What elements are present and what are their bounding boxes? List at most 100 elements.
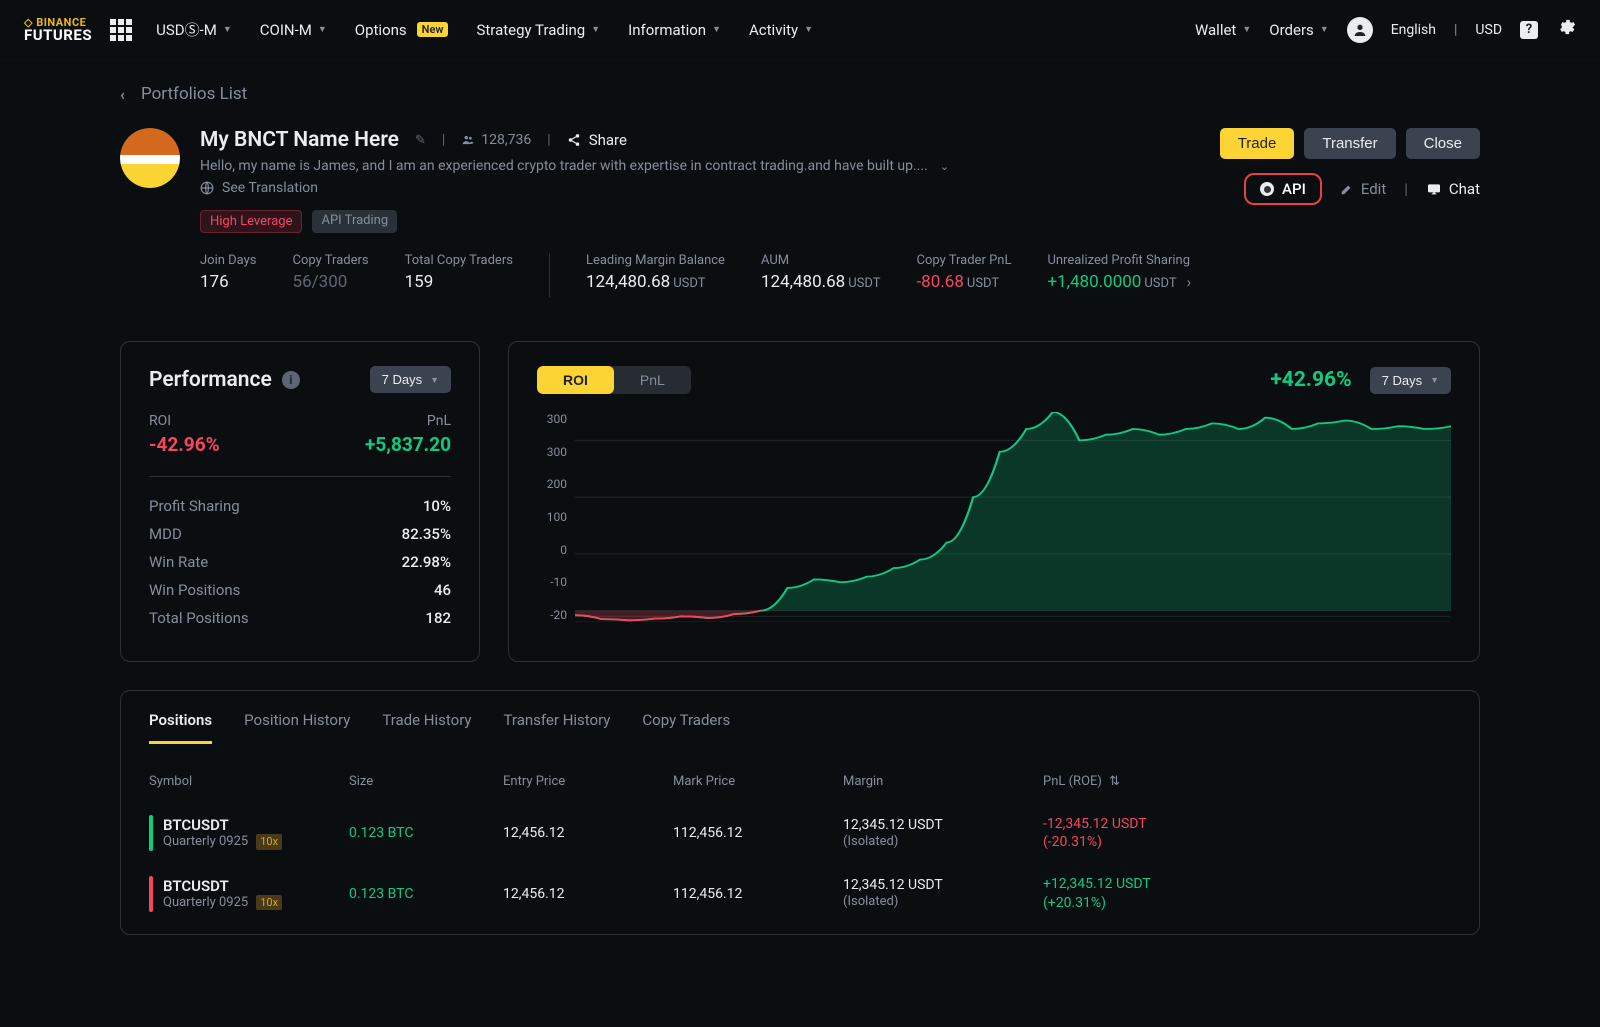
nav-usdm[interactable]: USDⓈ-M▼ — [156, 19, 232, 40]
nav-orders[interactable]: Orders▼ — [1269, 21, 1328, 39]
chat-icon — [1426, 181, 1442, 197]
mark-price-cell: 112,456.12 — [673, 886, 843, 902]
table-header: SymbolSizeEntry PriceMark PriceMarginPnL… — [149, 774, 1451, 789]
stat-value: 159 — [405, 272, 513, 292]
stat-value: 124,480.68USDT — [586, 272, 725, 292]
stat-value: 124,480.68USDT — [761, 272, 881, 292]
metric-label: Profit Sharing — [149, 497, 240, 515]
performance-metric-row: Win Positions46 — [149, 581, 451, 599]
chevron-down-icon: ▼ — [1320, 24, 1329, 35]
divider — [149, 476, 451, 477]
users-icon — [461, 133, 475, 147]
see-translation-link[interactable]: See Translation — [200, 180, 1200, 196]
metric-value: 182 — [425, 609, 451, 627]
symbol-sub: Quarterly 092510x — [163, 834, 282, 850]
metric-value: 10% — [423, 497, 451, 515]
nav-information[interactable]: Information▼ — [628, 21, 721, 39]
chevron-down-icon: ▼ — [712, 24, 721, 35]
help-icon[interactable]: ? — [1520, 21, 1538, 39]
separator: | — [1454, 22, 1457, 38]
seg-pnl[interactable]: PnL — [614, 366, 691, 394]
stat-label: AUM — [761, 253, 881, 268]
pnl-value: +5,837.20 — [365, 433, 451, 456]
col-header: Size — [349, 774, 503, 789]
chevron-down-icon: ▼ — [223, 24, 232, 35]
apps-grid-icon[interactable] — [110, 19, 132, 41]
stat-label: Join Days — [200, 253, 257, 268]
chevron-down-icon: ▼ — [1430, 375, 1439, 385]
tab-copy-traders[interactable]: Copy Traders — [642, 711, 730, 744]
tab-position-history[interactable]: Position History — [244, 711, 350, 744]
nav-language[interactable]: English — [1391, 22, 1436, 38]
tabs-row: Positions Position History Trade History Tr… — [149, 711, 1451, 744]
stat-value: 176 — [200, 272, 257, 292]
nav-coinm[interactable]: COIN-M▼ — [260, 21, 327, 39]
pencil-edit-icon[interactable]: ✎ — [415, 133, 426, 148]
tab-trade-history[interactable]: Trade History — [382, 711, 471, 744]
tag-high-leverage: High Leverage — [200, 210, 302, 233]
chevron-down-icon: ▼ — [591, 24, 600, 35]
roi-label: ROI — [149, 413, 220, 429]
entry-price-cell: 12,456.12 — [503, 825, 673, 841]
pnl-cell: -12,345.12 USDT(-20.31%) — [1043, 815, 1451, 851]
performance-metric-row: MDD82.35% — [149, 525, 451, 543]
chevron-left-icon: ‹ — [120, 85, 125, 104]
share-button[interactable]: Share — [567, 131, 627, 149]
logo[interactable]: ◇ BINANCE FUTURES — [24, 17, 92, 43]
performance-metric-row: Total Positions182 — [149, 609, 451, 627]
chart-segmented-control: ROI PnL — [537, 366, 691, 394]
performance-card: Performance i 7 Days▼ ROI-42.96% PnL+5,8… — [120, 341, 480, 662]
metric-label: Win Rate — [149, 553, 208, 571]
chevron-down-icon: ▼ — [318, 24, 327, 35]
tab-transfer-history[interactable]: Transfer History — [504, 711, 611, 744]
col-header: Mark Price — [673, 774, 843, 789]
table-row[interactable]: BTCUSDTQuarterly 092510x0.123 BTC12,456.… — [149, 863, 1451, 923]
followers-count: 128,736 — [461, 132, 531, 148]
stats-row: Join Days176 Copy Traders56/300 Total Co… — [200, 253, 1480, 297]
nav-right: Wallet▼ Orders▼ English | USD ? — [1195, 17, 1576, 43]
edit-link[interactable]: Edit — [1340, 180, 1386, 198]
margin-cell: 12,345.12 USDT(Isolated) — [843, 816, 1043, 851]
chevron-down-icon[interactable]: ⌄ — [940, 160, 949, 173]
nav-currency[interactable]: USD — [1475, 22, 1502, 38]
table-row[interactable]: BTCUSDTQuarterly 092510x0.123 BTC12,456.… — [149, 803, 1451, 863]
symbol: BTCUSDT — [163, 816, 282, 834]
leverage-badge: 10x — [256, 895, 282, 910]
portfolio-description: Hello, my name is James, and I am an exp… — [200, 158, 1200, 174]
stat-value: -80.68USDT — [916, 272, 1011, 292]
chevron-right-icon[interactable]: › — [1187, 273, 1192, 291]
symbol-sub: Quarterly 092510x — [163, 895, 282, 911]
user-avatar-icon[interactable] — [1347, 17, 1373, 43]
performance-period-dropdown[interactable]: 7 Days▼ — [370, 366, 451, 393]
api-button[interactable]: API — [1244, 173, 1322, 205]
settings-gear-icon[interactable] — [1556, 17, 1576, 42]
metric-value: 82.35% — [402, 525, 451, 543]
nav-options[interactable]: OptionsNew — [355, 21, 449, 39]
size-cell: 0.123 BTC — [349, 886, 503, 902]
positions-panel: Positions Position History Trade History Tr… — [120, 690, 1480, 935]
breadcrumb-back[interactable]: ‹ Portfolios List — [120, 84, 1480, 104]
chart-period-dropdown[interactable]: 7 Days▼ — [1370, 367, 1451, 394]
logo-bottom: FUTURES — [24, 28, 92, 43]
side-indicator — [149, 815, 153, 851]
nav-activity[interactable]: Activity▼ — [749, 21, 813, 39]
close-button[interactable]: Close — [1406, 128, 1480, 159]
breadcrumb-label: Portfolios List — [141, 84, 247, 104]
leverage-badge: 10x — [256, 834, 282, 849]
pencil-icon — [1340, 182, 1354, 196]
transfer-button[interactable]: Transfer — [1304, 128, 1395, 159]
nav-strategy[interactable]: Strategy Trading▼ — [476, 21, 600, 39]
stat-label: Unrealized Profit Sharing — [1047, 253, 1191, 268]
metric-value: 46 — [434, 581, 451, 599]
col-header[interactable]: PnL (ROE) ⇅ — [1043, 774, 1451, 789]
tab-positions[interactable]: Positions — [149, 711, 212, 744]
stat-label: Copy Traders — [293, 253, 369, 268]
separator: | — [547, 132, 550, 148]
seg-roi[interactable]: ROI — [537, 366, 614, 394]
trade-button[interactable]: Trade — [1220, 128, 1295, 159]
separator: | — [442, 132, 445, 148]
info-icon[interactable]: i — [282, 371, 300, 389]
chat-link[interactable]: Chat — [1426, 180, 1480, 198]
col-header: Margin — [843, 774, 1043, 789]
nav-wallet[interactable]: Wallet▼ — [1195, 21, 1251, 39]
